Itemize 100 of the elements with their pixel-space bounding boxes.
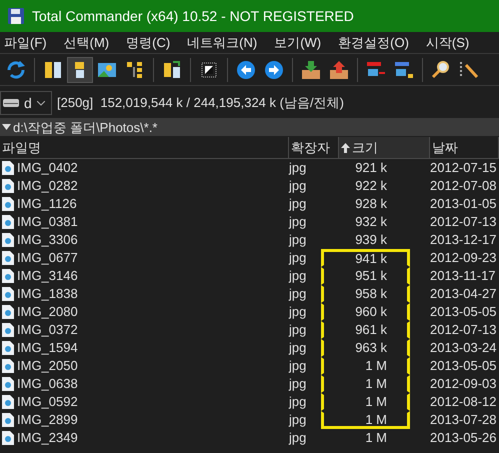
file-size: 922 k <box>354 177 388 195</box>
file-extension: jpg <box>289 357 308 376</box>
file-date: 2012-07-15 <box>430 159 498 178</box>
file-date: 2012-07-08 <box>430 177 498 196</box>
image-file-icon <box>2 413 14 427</box>
file-date: 2013-07-28 <box>430 411 498 430</box>
file-date: 2012-09-03 <box>430 375 498 394</box>
file-extension: jpg <box>289 195 308 214</box>
file-extension: jpg <box>289 249 308 268</box>
image-file-icon <box>2 233 14 247</box>
menu-item[interactable]: 시작(S) <box>422 32 474 52</box>
file-name: IMG_0402 <box>17 159 78 178</box>
image-file-icon <box>2 359 14 373</box>
toolbar-button[interactable] <box>67 56 93 82</box>
file-size: 963 k <box>321 339 410 357</box>
file-size: 1 M <box>321 411 410 429</box>
file-size: 932 k <box>354 213 388 231</box>
column-header[interactable]: 파일명 <box>0 137 289 158</box>
file-date: 2012-08-12 <box>430 393 498 412</box>
file-name: IMG_1126 <box>17 195 77 214</box>
search-icon <box>430 58 452 80</box>
file-extension: jpg <box>289 213 308 232</box>
file-date: 2013-05-05 <box>430 357 498 376</box>
file-date: 2012-07-13 <box>430 213 498 232</box>
file-name: IMG_1594 <box>17 339 78 358</box>
drive-dropdown[interactable]: d <box>0 91 52 115</box>
file-name: IMG_3146 <box>17 267 78 286</box>
drive-icon <box>3 98 19 108</box>
file-extension: jpg <box>289 159 308 178</box>
image-file-icon <box>2 287 14 301</box>
sort-ascending-icon <box>341 142 350 152</box>
current-path: d:\작업중 폴더\Photos\*.* <box>13 120 158 134</box>
file-date: 2013-03-24 <box>430 339 498 358</box>
file-size: 1 M <box>364 429 388 447</box>
file-date: 2013-11-17 <box>430 267 497 286</box>
image-file-icon <box>2 215 14 229</box>
file-name: IMG_1838 <box>17 285 78 304</box>
file-date: 2013-12-17 <box>430 231 498 250</box>
menu-item[interactable]: 네트워크(N) <box>183 32 262 52</box>
menu-item[interactable]: 선택(M) <box>60 32 114 52</box>
caret-down-icon <box>2 124 11 130</box>
file-name: IMG_3306 <box>17 231 78 250</box>
file-name: IMG_0677 <box>17 249 78 268</box>
menu-item[interactable]: 명령(C) <box>122 32 174 52</box>
file-extension: jpg <box>289 429 308 448</box>
box-icon <box>328 58 350 80</box>
file-size: 921 k <box>354 159 388 177</box>
sync-icon <box>161 58 183 80</box>
file-size: 1 M <box>321 357 410 375</box>
image-file-icon <box>2 377 14 391</box>
file-name: IMG_2349 <box>17 429 78 448</box>
image-file-icon <box>2 431 14 445</box>
menu-item[interactable]: 보기(W) <box>270 32 326 52</box>
file-name: IMG_2080 <box>17 303 78 322</box>
file-date: 2012-09-23 <box>430 249 498 268</box>
file-size: 958 k <box>321 285 410 303</box>
image-file-icon <box>2 197 14 211</box>
image-file-icon <box>2 269 14 283</box>
file-extension: jpg <box>289 303 308 322</box>
image-file-icon <box>2 323 14 337</box>
file-date: 2013-01-05 <box>430 195 498 214</box>
box-icon <box>300 58 322 80</box>
file-extension: jpg <box>289 267 308 286</box>
file-name: IMG_0282 <box>17 177 78 196</box>
file-date: 2013-05-26 <box>430 429 498 448</box>
file-name: IMG_0638 <box>17 375 78 394</box>
file-date: 2013-05-05 <box>430 303 498 322</box>
file-extension: jpg <box>289 339 308 358</box>
file-size: 951 k <box>321 267 410 285</box>
file-extension: jpg <box>289 375 308 394</box>
file-size: 941 k <box>321 249 410 267</box>
file-name: IMG_0381 <box>17 213 78 232</box>
file-size: 939 k <box>354 231 388 249</box>
file-extension: jpg <box>289 411 308 430</box>
file-size: 928 k <box>354 195 388 213</box>
file-size: 960 k <box>321 303 410 321</box>
menu-item[interactable]: 환경설정(O) <box>334 32 413 52</box>
image-file-icon <box>2 395 14 409</box>
file-size: 961 k <box>321 321 410 339</box>
image-file-icon <box>2 341 14 355</box>
file-name: IMG_0372 <box>17 321 78 340</box>
column-header[interactable]: 크기 <box>339 137 430 158</box>
window-title: Total Commander (x64) 10.52 - NOT REGISTERED <box>32 6 354 26</box>
image-file-icon <box>2 305 14 319</box>
file-name: IMG_2899 <box>17 411 78 430</box>
file-extension: jpg <box>289 285 308 304</box>
chevron-down-icon <box>36 100 45 106</box>
file-extension: jpg <box>289 177 308 196</box>
file-extension: jpg <box>289 393 308 412</box>
menu-item[interactable]: 파일(F) <box>0 32 51 52</box>
refresh-icon <box>5 58 27 80</box>
file-date: 2012-07-13 <box>430 321 498 340</box>
file-name: IMG_2050 <box>17 357 78 376</box>
file-date: 2013-04-27 <box>430 285 498 304</box>
image-file-icon <box>2 179 14 193</box>
file-name: IMG_0592 <box>17 393 78 412</box>
image-file-icon <box>2 161 14 175</box>
image-file-icon <box>2 251 14 265</box>
file-extension: jpg <box>289 231 308 250</box>
column-header[interactable]: 확장자 <box>289 137 339 158</box>
